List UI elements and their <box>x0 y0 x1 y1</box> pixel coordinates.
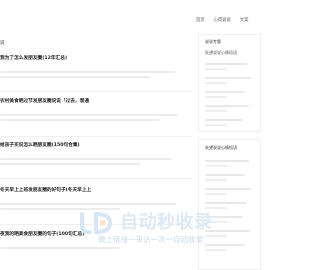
article-excerpt-line <box>0 114 178 116</box>
sidebar-list-item[interactable] <box>205 105 257 112</box>
watermark-logo-icon <box>80 212 113 234</box>
sidebar-item-line <box>205 63 247 65</box>
sidebar-item-line <box>205 105 249 107</box>
top-nav: 首页 心得说说 文案 <box>196 17 248 23</box>
sidebar-list-item[interactable] <box>205 119 257 126</box>
watermark-main-text: 自动秒收录 <box>120 212 213 233</box>
article-title[interactable]: 给孩子买说怎么晒朋友圈(150句合集) <box>0 142 190 148</box>
sidebar-title: 失望说说心情短语 <box>205 145 237 150</box>
article-excerpt-line <box>0 203 176 205</box>
sidebar-list-item[interactable] <box>205 77 257 84</box>
article-item[interactable]: 我为了怎么发朋友圈(12年汇总) <box>0 55 190 78</box>
article-title[interactable]: 冬天早上上班发朋友圈的好句子(冬天早上上 <box>0 187 190 193</box>
divider <box>0 136 192 137</box>
nav-item-copywriting[interactable]: 文案 <box>240 17 249 23</box>
article-meta <box>0 107 190 111</box>
article-meta <box>0 196 190 200</box>
sidebar-list-item[interactable] <box>205 91 257 98</box>
watermark: 自动秒收录 做上链接一来访一次一自动收录 <box>78 206 250 246</box>
article-meta <box>0 64 190 68</box>
article-excerpt-line <box>0 76 150 78</box>
sidebar-list-item[interactable] <box>205 63 257 70</box>
sidebar-item-meta <box>205 179 227 181</box>
sidebar-item-line <box>205 174 245 176</box>
article-item[interactable]: 给孩子买说怎么晒朋友圈(150句合集) <box>0 142 190 165</box>
nav-item-feelings[interactable]: 心得说说 <box>214 17 231 23</box>
section-title: 说 <box>0 41 5 46</box>
article-excerpt-line <box>0 119 160 121</box>
sidebar-item-line <box>205 188 251 190</box>
divider <box>0 91 192 92</box>
sidebar-item-meta <box>205 82 227 84</box>
sidebar-item-meta <box>205 249 227 251</box>
sidebar-item-meta <box>205 110 227 112</box>
sidebar-item-meta <box>205 124 227 126</box>
article-title[interactable]: 我为了怎么发朋友圈(12年汇总) <box>0 55 190 61</box>
article-item[interactable]: 农村美食晒过节发朋友圈说说「过去，普通 <box>0 98 190 121</box>
watermark-sub-text: 做上链接一来访一次一自动收录 <box>98 235 203 244</box>
article-excerpt-line <box>0 247 120 249</box>
article-excerpt-line <box>0 71 175 73</box>
sidebar-list-item[interactable] <box>205 174 257 181</box>
sidebar-panel: 说说专题 失望说说心情短语 <box>198 34 261 132</box>
sidebar-subtitle[interactable]: 失望说说心情短语 <box>205 50 237 56</box>
sidebar-panel: 失望说说心情短语 <box>198 139 261 270</box>
sidebar-item-meta <box>205 96 227 98</box>
article-title[interactable]: 农村美食晒过节发朋友圈说说「过去，普通 <box>0 98 190 104</box>
sidebar-item-meta <box>205 68 227 70</box>
sidebar-list-item[interactable] <box>205 160 257 167</box>
article-meta <box>0 151 190 155</box>
sidebar-list-item[interactable] <box>205 188 257 195</box>
nav-item-home[interactable]: 首页 <box>196 17 205 23</box>
sidebar-item-line <box>205 77 251 79</box>
sidebar-item-line <box>205 119 243 121</box>
sidebar-title: 说说专题 <box>205 39 221 44</box>
sidebar-item-meta <box>205 193 227 195</box>
sidebar-item-line <box>205 160 249 162</box>
sidebar-item-line <box>205 91 245 93</box>
article-excerpt-line <box>0 163 140 165</box>
sidebar-item-line <box>205 202 247 204</box>
sidebar-item-meta <box>205 165 227 167</box>
divider <box>0 178 192 179</box>
article-excerpt-line <box>0 158 172 160</box>
